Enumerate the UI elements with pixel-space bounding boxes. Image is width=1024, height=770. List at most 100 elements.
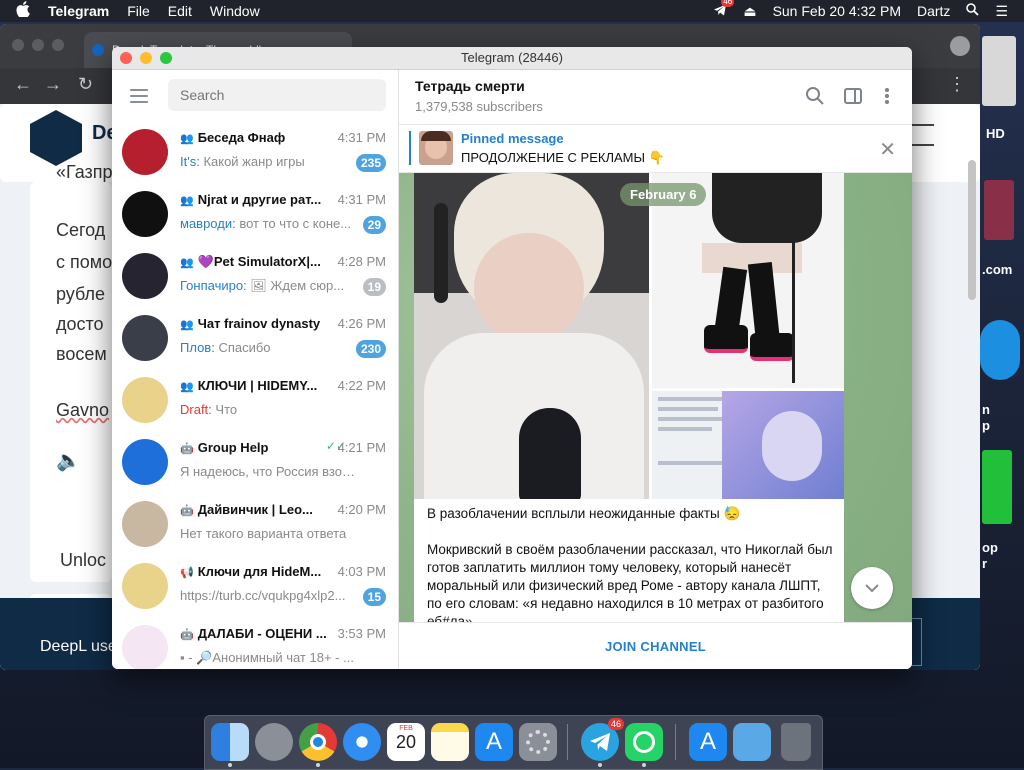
safari-icon[interactable] bbox=[343, 723, 381, 761]
bot-icon: 🤖 bbox=[180, 443, 194, 455]
chat-list-item[interactable]: 👥 КЛЮЧИ | HIDEMY... 4:22 PM Draft: Что bbox=[112, 370, 398, 432]
close-icon[interactable]: ✕ bbox=[879, 137, 896, 162]
menu-user[interactable]: Dartz bbox=[917, 3, 950, 19]
search-icon[interactable] bbox=[805, 86, 825, 106]
desktop-blue-circle-icon[interactable] bbox=[980, 320, 1020, 380]
chat-preview: It's: Какой жанр игры bbox=[180, 154, 358, 169]
downloads-folder-icon[interactable] bbox=[733, 723, 771, 761]
dock-separator bbox=[675, 724, 676, 760]
menu-edit[interactable]: Edit bbox=[168, 3, 192, 19]
post-photo-3[interactable] bbox=[652, 391, 844, 499]
telegram-titlebar[interactable]: Telegram (28446) bbox=[112, 47, 912, 70]
whatsapp-icon[interactable] bbox=[625, 723, 663, 761]
chat-name: 🤖 Дайвинчик | Leo... bbox=[180, 502, 330, 517]
chat-time: 4:28 PM bbox=[337, 254, 386, 269]
channel-post[interactable]: February 6 В разоблачении всплыли неожид… bbox=[414, 173, 844, 622]
chat-preview-text: Спасибо bbox=[214, 340, 271, 355]
calendar-icon[interactable]: FEB 20 bbox=[387, 723, 425, 761]
window-minimize-button[interactable] bbox=[140, 52, 152, 64]
browser-close-dot[interactable] bbox=[12, 39, 24, 51]
chat-title: Чат frainov dynasty bbox=[197, 316, 321, 331]
deepl-text-card bbox=[30, 182, 112, 582]
browser-minimize-dot[interactable] bbox=[32, 39, 44, 51]
telegram-menu-icon[interactable]: 46 bbox=[713, 0, 735, 20]
desktop-label-n: n bbox=[982, 402, 990, 417]
deepl-text-line: Сегод bbox=[56, 220, 106, 240]
chat-list-item[interactable]: 👥 💜Pet SimulatorX|... 4:28 PM Гонпачиро: 🖼 … bbox=[112, 246, 398, 308]
telegram-dock-icon[interactable]: 46 bbox=[581, 718, 624, 761]
launchpad-icon[interactable] bbox=[255, 723, 293, 761]
chat-time: 4:26 PM bbox=[337, 316, 386, 331]
chat-time: 4:31 PM bbox=[337, 130, 386, 145]
apple-icon[interactable] bbox=[16, 1, 30, 21]
menu-window[interactable]: Window bbox=[210, 3, 260, 19]
chat-list-item[interactable]: 👥 Njrat и другие рат... 4:31 PM мавроди: во… bbox=[112, 184, 398, 246]
deepl-unlock-text: Unloc bbox=[60, 550, 107, 570]
finder-icon[interactable] bbox=[211, 723, 249, 761]
chat-time: 4:03 PM bbox=[337, 564, 386, 579]
browser-profile-icon[interactable] bbox=[950, 36, 970, 56]
join-channel-button[interactable]: JOIN CHANNEL bbox=[399, 622, 912, 669]
hamburger-menu-icon[interactable] bbox=[130, 89, 148, 103]
spotlight-search-icon[interactable] bbox=[966, 3, 980, 19]
back-arrow-icon[interactable]: ← bbox=[14, 74, 32, 95]
chat-title: Ключи для HideM... bbox=[197, 564, 322, 579]
bot-icon: 🤖 bbox=[180, 505, 194, 517]
message-feed[interactable]: February 6 В разоблачении всплыли неожид… bbox=[399, 173, 912, 622]
more-options-icon[interactable] bbox=[877, 86, 897, 106]
chat-title: ДАЛАБИ - ОЦЕНИ ... bbox=[197, 626, 327, 641]
sidebar-toggle-icon[interactable] bbox=[843, 86, 863, 106]
app-store-2-icon[interactable]: A bbox=[689, 723, 727, 761]
menu-clock[interactable]: Sun Feb 20 4:32 PM bbox=[773, 3, 901, 19]
chat-avatar bbox=[122, 377, 168, 423]
browser-zoom-dot[interactable] bbox=[52, 39, 64, 51]
notes-icon[interactable] bbox=[431, 723, 469, 761]
channel-header[interactable]: Тетрадь смерти 1,379,538 subscribers bbox=[399, 70, 912, 125]
control-center-icon[interactable]: ☰ bbox=[995, 3, 1008, 20]
browser-scrollbar[interactable] bbox=[968, 160, 976, 300]
reload-icon[interactable]: ↻ bbox=[78, 74, 93, 95]
channel-title: Тетрадь смерти bbox=[415, 78, 525, 94]
chrome-icon[interactable] bbox=[299, 723, 337, 761]
chat-list-item[interactable]: 📢 Ключи для HideM... 4:03 PM https://turb.c… bbox=[112, 556, 398, 618]
pinned-message-bar[interactable]: Pinned message ПРОДОЛЖЕНИЕ С РЕКЛАМЫ 👇 ✕ bbox=[399, 125, 912, 173]
chat-avatar bbox=[122, 253, 168, 299]
post-photo-1[interactable] bbox=[414, 173, 649, 499]
running-indicator bbox=[316, 763, 320, 767]
deepl-hamburger-icon[interactable] bbox=[912, 124, 934, 146]
chat-time: 4:22 PM bbox=[337, 378, 386, 393]
eject-icon[interactable]: ⏏ bbox=[743, 3, 756, 20]
pinned-label: Pinned message bbox=[461, 131, 564, 146]
chat-list-item[interactable]: 👥 Чат frainov dynasty 4:26 PM Плов: Спасибо… bbox=[112, 308, 398, 370]
window-zoom-button[interactable] bbox=[160, 52, 172, 64]
chat-list-item[interactable]: 🤖 Group Help ✓✓ 4:21 PM Я надеюсь, что Росси… bbox=[112, 432, 398, 494]
trash-icon[interactable] bbox=[781, 723, 811, 761]
channel-icon: 📢 bbox=[180, 567, 194, 579]
chat-avatar bbox=[122, 129, 168, 175]
chat-list-sidebar: 👥Беседа Фнаф4:31 PMIt's: Какой жанр игры… bbox=[112, 70, 399, 669]
chat-list-item[interactable]: 🤖 Дайвинчик | Leo... 4:20 PM Нет такого вар… bbox=[112, 494, 398, 556]
scroll-down-icon[interactable] bbox=[851, 567, 893, 609]
chat-avatar bbox=[122, 315, 168, 361]
desktop-red-file-icon[interactable] bbox=[984, 180, 1014, 240]
chat-name: 👥 Чат frainov dynasty bbox=[180, 316, 330, 331]
chat-list-item[interactable]: 🤖 ДАЛАБИ - ОЦЕНИ ... 3:53 PM ▪ - 🔎Анонимный… bbox=[112, 618, 398, 669]
desktop-green-file-icon[interactable] bbox=[982, 450, 1012, 524]
chat-avatar bbox=[122, 191, 168, 237]
chat-sender: мавроди: bbox=[180, 216, 236, 231]
chat-preview: Плов: Спасибо bbox=[180, 340, 358, 355]
menu-file[interactable]: File bbox=[127, 3, 150, 19]
browser-menu-icon[interactable]: ⋮ bbox=[948, 74, 966, 95]
menu-app-name[interactable]: Telegram bbox=[48, 3, 109, 19]
speaker-icon[interactable]: 🔈 bbox=[56, 448, 81, 473]
chat-name: 👥 Njrat и другие рат... bbox=[180, 192, 330, 207]
app-store-icon[interactable]: A bbox=[475, 723, 513, 761]
desktop-drive-icon[interactable] bbox=[982, 36, 1016, 106]
search-input[interactable] bbox=[168, 79, 386, 111]
forward-arrow-icon[interactable]: → bbox=[44, 74, 62, 95]
chat-list-item[interactable]: 👥 Беседа Фнаф 4:31 PM It's: Какой жанр игры… bbox=[112, 122, 398, 184]
system-preferences-icon[interactable] bbox=[519, 723, 557, 761]
running-indicator bbox=[642, 763, 646, 767]
desktop-label-op: op bbox=[982, 540, 998, 555]
window-close-button[interactable] bbox=[120, 52, 132, 64]
